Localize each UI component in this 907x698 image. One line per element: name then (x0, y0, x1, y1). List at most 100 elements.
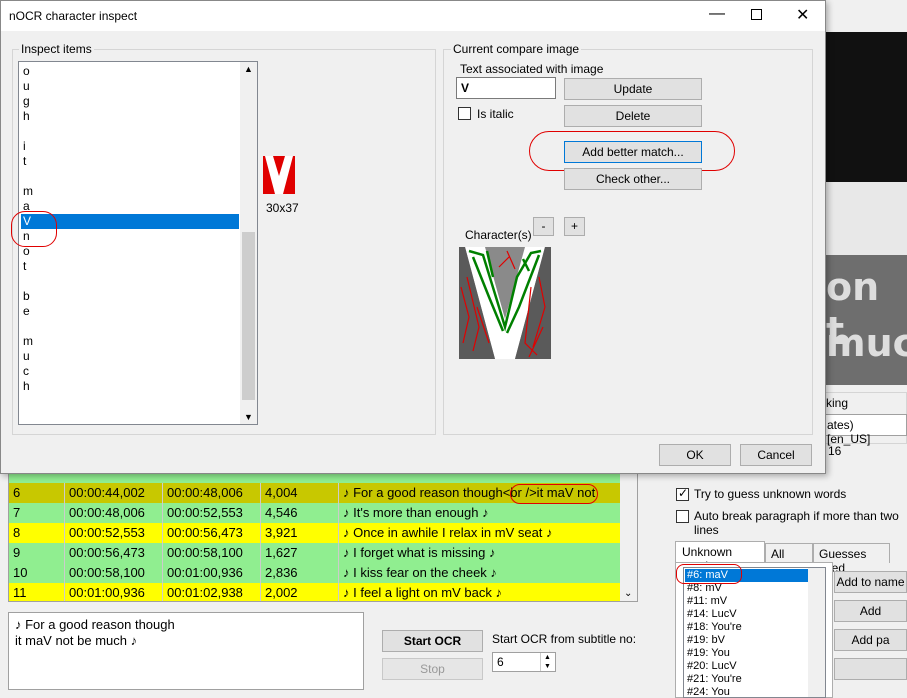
dictionary-select[interactable]: ates) [en_US] (820, 414, 907, 446)
right-strip (826, 182, 907, 255)
list-item[interactable]: #11: mV (685, 595, 808, 608)
inspect-item[interactable]: u (21, 349, 239, 364)
table-cell-start: 00:01:00,936 (65, 583, 163, 601)
is-italic-checkbox[interactable] (458, 107, 471, 120)
inspect-items-list[interactable]: oughitmaVnotbemuch ▲ ▼ (18, 61, 258, 425)
table-cell-dur: 3,921 (261, 523, 339, 543)
scroll-down-icon[interactable]: ⌄ (624, 588, 632, 599)
checkmark-icon: ✓ (678, 486, 689, 500)
table-cell-num: 6 (9, 483, 65, 503)
inspect-item[interactable]: h (21, 379, 239, 394)
update-button[interactable]: Update (564, 78, 702, 100)
scroll-thumb[interactable] (242, 232, 255, 400)
table-cell-end: 00:00:52,553 (163, 503, 261, 523)
table-cell-text: ♪ I kiss fear on the cheek ♪ (339, 563, 621, 583)
inspect-item[interactable]: o (21, 244, 239, 259)
table-cell-text: ♪ I forget what is missing ♪ (339, 543, 621, 563)
spellcheck-label: king (826, 396, 849, 410)
table-row[interactable]: 8 00:00:52,553 00:00:56,473 3,921 ♪ Once in … (9, 523, 621, 543)
inspect-item[interactable]: t (21, 154, 239, 169)
inspect-item[interactable]: a (21, 199, 239, 214)
ok-button[interactable]: OK (659, 444, 731, 466)
start-ocr-button[interactable]: Start OCR (382, 630, 483, 652)
inspect-item[interactable] (21, 124, 239, 139)
guess-words-label: Try to guess unknown words (694, 487, 847, 501)
guess-words-checkbox[interactable]: ✓ (676, 486, 689, 501)
inspect-item[interactable]: u (21, 79, 239, 94)
list-item[interactable]: #19: You (685, 647, 808, 660)
table-cell-end: 00:00:58,100 (163, 543, 261, 563)
add-pair-button[interactable]: Add pa (834, 629, 907, 651)
list-item[interactable]: #14: LucV (685, 608, 808, 621)
table-cell-dur: 4,004 (261, 483, 339, 503)
stop-ocr-button[interactable]: Stop (382, 658, 483, 680)
table-cell-text: ♪ Once in awhile I relax in mV seat ♪ (339, 523, 621, 543)
table-cell-dur: 2,836 (261, 563, 339, 583)
inspect-item[interactable]: c (21, 364, 239, 379)
table-row[interactable]: 9 00:00:56,473 00:00:58,100 1,627 ♪ I forget… (9, 543, 621, 563)
minimize-icon[interactable]: — (709, 5, 725, 23)
table-cell-start: 00:00:56,473 (65, 543, 163, 563)
tab-guesses-used[interactable]: Guesses used (813, 543, 890, 575)
auto-break-label: Auto break paragraph if more than two li… (694, 509, 899, 537)
delete-button[interactable]: Delete (564, 105, 702, 127)
inspect-item[interactable]: i (21, 139, 239, 154)
check-other-button[interactable]: Check other... (564, 168, 702, 190)
maximize-icon[interactable] (751, 9, 762, 20)
tab-all-fixes[interactable]: All fixes (765, 543, 813, 575)
unknown-words-list[interactable]: #6: maV #8: mV #11: mV #14: LucV #18: You're… (683, 567, 826, 698)
table-row[interactable]: 10 00:00:58,100 00:01:00,936 2,836 ♪ I kiss … (9, 563, 621, 583)
list-item[interactable]: #20: LucV (685, 660, 808, 673)
annotation-circle (676, 564, 742, 584)
inspect-item[interactable] (21, 274, 239, 289)
start-from-spinner[interactable]: 6 ▲ ▼ (492, 652, 556, 672)
table-row[interactable]: 11 00:01:00,936 00:01:02,938 2,002 ♪ I feel … (9, 583, 621, 601)
close-icon[interactable]: ✕ (796, 5, 809, 25)
list-item[interactable]: #24: You (685, 686, 808, 697)
spinner-arrows-icon[interactable]: ▲ ▼ (540, 653, 554, 671)
text-associated-input[interactable]: V (456, 77, 556, 99)
table-cell-dur: 2,002 (261, 583, 339, 601)
extra-button[interactable] (834, 658, 907, 680)
inspect-item[interactable]: e (21, 304, 239, 319)
subtitle-text-box[interactable]: ♪ For a good reason though it maV not be… (8, 612, 364, 690)
cancel-button[interactable]: Cancel (740, 444, 812, 466)
inspect-item[interactable]: g (21, 94, 239, 109)
preview-size-label: 30x37 (266, 201, 299, 215)
inspect-item[interactable]: m (21, 184, 239, 199)
inspect-item[interactable] (21, 319, 239, 334)
list-item[interactable]: #18: You're (685, 621, 808, 634)
table-row[interactable]: 7 00:00:48,006 00:00:52,553 4,546 ♪ It's mor… (9, 503, 621, 523)
auto-break-checkbox[interactable] (676, 510, 689, 523)
nocr-inspect-dialog: nOCR character inspect — ✕ Inspect items… (0, 0, 826, 474)
annotation-circle (529, 131, 735, 171)
add-button[interactable]: Add (834, 600, 907, 622)
scroll-down-icon[interactable]: ▼ (244, 412, 253, 422)
table-cell-start: 00:00:48,006 (65, 503, 163, 523)
unknown-words-scrollbar[interactable] (808, 568, 825, 697)
table-cell-num: 8 (9, 523, 65, 543)
inspect-item[interactable]: m (21, 334, 239, 349)
list-scrollbar[interactable]: ▲ ▼ (240, 62, 257, 424)
list-item[interactable]: #19: bV (685, 634, 808, 647)
inspect-item[interactable]: b (21, 289, 239, 304)
table-cell-text: ♪ I feel a light on mV back ♪ (339, 583, 621, 601)
inspect-item[interactable]: t (21, 259, 239, 274)
dialog-title: nOCR character inspect (9, 9, 138, 23)
table-cell-num: 7 (9, 503, 65, 523)
characters-label: Character(s) (465, 228, 532, 242)
inspect-item[interactable]: h (21, 109, 239, 124)
zoom-in-button[interactable]: + (564, 217, 585, 236)
max-lines-value: 16 (828, 444, 842, 458)
table-cell-end: 00:00:48,006 (163, 483, 261, 503)
zoom-out-button[interactable]: - (533, 217, 554, 236)
start-from-value: 6 (497, 655, 504, 669)
grid-scrollbar[interactable]: ⌄ (620, 471, 637, 601)
inspect-item[interactable] (21, 169, 239, 184)
is-italic-label: Is italic (477, 107, 514, 121)
tab-unknown-words[interactable]: Unknown words (675, 541, 765, 573)
add-to-names-button[interactable]: Add to name (834, 571, 907, 593)
list-item[interactable]: #21: You're (685, 673, 808, 686)
inspect-item[interactable]: o (21, 64, 239, 79)
scroll-up-icon[interactable]: ▲ (244, 64, 253, 74)
